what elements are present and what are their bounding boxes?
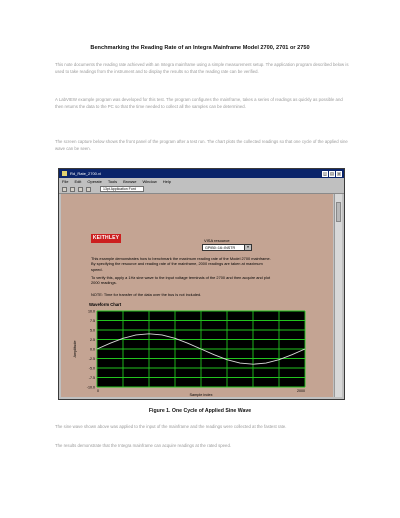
y-tick-label: 2.5 bbox=[90, 338, 95, 342]
y-tick-label: 10.0 bbox=[88, 309, 95, 313]
scrollbar-thumb[interactable] bbox=[336, 202, 341, 222]
font-select[interactable]: 13pt Application Font bbox=[100, 186, 144, 192]
visa-resource-value: GPIB0::16::INSTR bbox=[205, 246, 236, 250]
menu-window[interactable]: Window bbox=[143, 178, 157, 185]
results-paragraph: The sine wave shown above was applied to… bbox=[55, 424, 287, 429]
menu-edit[interactable]: Edit bbox=[74, 178, 81, 185]
abort-icon[interactable] bbox=[78, 186, 83, 192]
pause-icon[interactable] bbox=[86, 186, 91, 192]
y-tick-label: 0.0 bbox=[90, 347, 95, 351]
panel-verify-text: To verify this, apply a 1Hz sine wave to… bbox=[91, 275, 271, 286]
y-axis-label: Amplitude bbox=[73, 341, 77, 358]
menu-file[interactable]: File bbox=[62, 178, 68, 185]
conclusion-paragraph: The results demonstrate that the Integra… bbox=[55, 443, 232, 448]
y-tick-label: -2.5 bbox=[89, 357, 95, 361]
waveform-chart: 10.0 7.5 5.0 2.5 0.0 -2.5 -5.0 -7.5 -10.00 2000 Sa… bbox=[73, 309, 306, 397]
y-tick-label: -7.5 bbox=[89, 376, 95, 380]
document-title: Benchmarking the Reading Rate of an Inte… bbox=[90, 45, 310, 51]
menu-help[interactable]: Help bbox=[163, 178, 171, 185]
window-titlebar: Rd_Rate_2700.vi _ □ × bbox=[59, 169, 344, 178]
figure-intro-paragraph: The screen capture below shows the front… bbox=[55, 139, 348, 151]
menu-bar: File Edit Operate Tools Browse Window He… bbox=[59, 178, 344, 185]
panel-description: This example demonstrates how to benchma… bbox=[91, 256, 271, 272]
visa-resource-label: VISA resource bbox=[204, 238, 230, 243]
menu-operate[interactable]: Operate bbox=[87, 178, 101, 185]
menu-tools[interactable]: Tools bbox=[108, 178, 117, 185]
labview-app-icon bbox=[62, 171, 67, 176]
x-tick-label: 0 bbox=[97, 389, 99, 393]
keithley-logo: KEITHLEY bbox=[91, 234, 121, 243]
y-tick-label: -5.0 bbox=[89, 366, 95, 370]
labview-window: Rd_Rate_2700.vi _ □ × File Edit Operate … bbox=[58, 168, 345, 400]
run-continuous-icon[interactable] bbox=[70, 186, 75, 192]
toolbar: 13pt Application Font bbox=[59, 185, 344, 194]
y-tick-label: -10.0 bbox=[87, 385, 95, 389]
method-paragraph: A LabVIEW example program was developed … bbox=[55, 97, 343, 109]
front-panel: KEITHLEY VISA resource GPIB0::16::INSTR … bbox=[61, 194, 333, 397]
y-tick-label: 7.5 bbox=[90, 319, 95, 323]
run-arrow-icon[interactable] bbox=[62, 186, 67, 192]
visa-resource-select[interactable]: GPIB0::16::INSTR ▾ bbox=[202, 244, 252, 251]
x-axis-label: Sample index bbox=[189, 393, 212, 397]
window-title: Rd_Rate_2700.vi bbox=[70, 171, 101, 176]
intro-paragraph: This note documents the reading rate ach… bbox=[55, 62, 349, 74]
maximize-button[interactable]: □ bbox=[329, 170, 335, 177]
close-button[interactable]: × bbox=[336, 170, 342, 177]
dropdown-arrow-icon[interactable]: ▾ bbox=[244, 245, 251, 250]
x-tick-label: 2000 bbox=[297, 389, 305, 393]
y-tick-label: 5.0 bbox=[90, 328, 95, 332]
panel-note: NOTE: Time for transfer of the data over… bbox=[91, 292, 202, 297]
minimize-button[interactable]: _ bbox=[322, 170, 328, 177]
menu-browse[interactable]: Browse bbox=[123, 178, 136, 185]
vertical-scrollbar[interactable] bbox=[334, 194, 342, 397]
figure-caption: Figure 1. One Cycle of Applied Sine Wave bbox=[148, 408, 252, 414]
